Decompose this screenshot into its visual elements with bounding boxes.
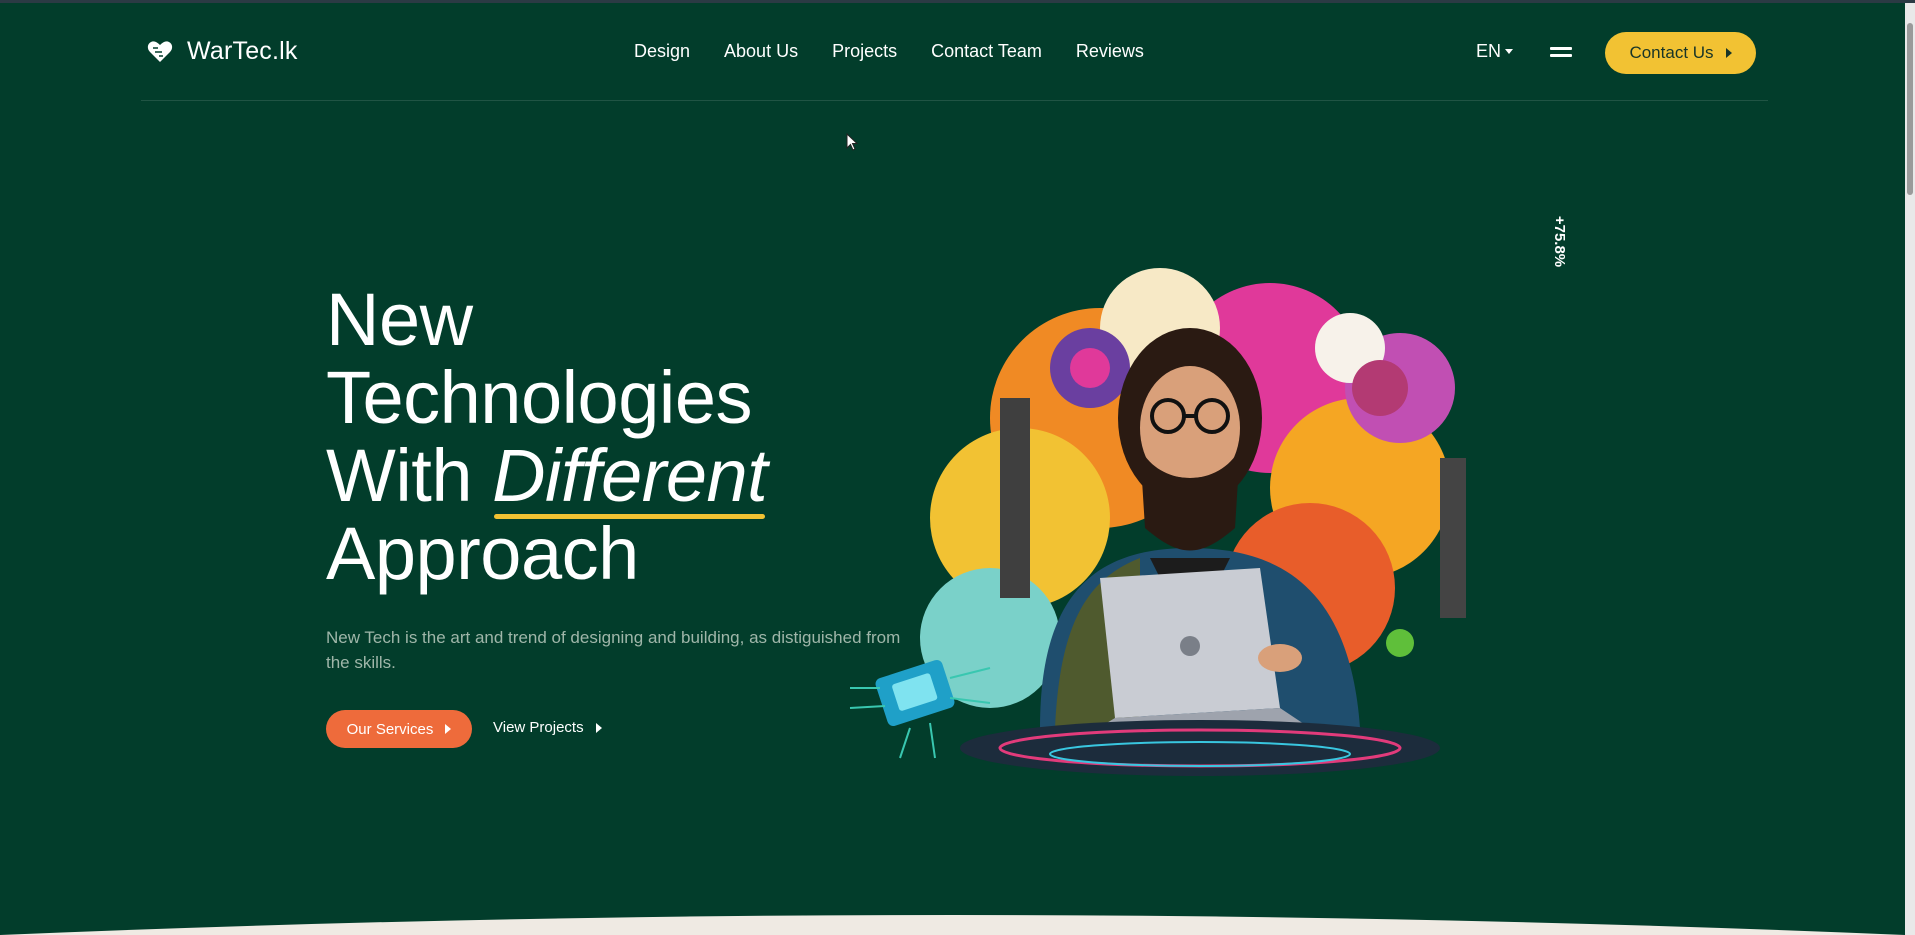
brand-logo[interactable]: WarTec.lk [147,37,298,66]
header-divider [141,100,1768,101]
nav-reviews[interactable]: Reviews [1076,41,1144,62]
scrollbar[interactable] [1905,3,1915,935]
nav-design[interactable]: Design [634,41,690,62]
page-viewport: WarTec.lk Design About Us Projects Conta… [0,3,1905,935]
hero-title-line4: Approach [326,512,639,595]
nav-projects[interactable]: Projects [832,41,897,62]
mouse-cursor-icon [846,133,859,151]
arrow-right-icon [445,724,452,734]
heart-logo-icon [147,40,173,62]
caret-down-icon [1505,48,1514,54]
view-projects-button[interactable]: View Projects [493,719,602,736]
main-nav: Design About Us Projects Contact Team Re… [634,41,1144,62]
nav-contact-team[interactable]: Contact Team [931,41,1042,62]
hero-description: New Tech is the art and trend of designi… [326,628,901,672]
hero-title-line1: New [326,278,473,361]
arrow-right-icon [595,722,602,733]
our-services-label: Our Services [346,720,434,738]
brand-name: WarTec.lk [187,37,298,65]
hero-title-with: With [326,434,473,517]
our-services-button[interactable]: Our Services [326,710,472,748]
hero-title-line2: Technologies [326,356,752,439]
nav-about-us[interactable]: About Us [724,41,798,62]
contact-us-button[interactable]: Contact Us [1605,32,1756,74]
scrollbar-thumb[interactable] [1907,23,1913,195]
section-curve [0,915,1905,935]
language-label: EN [1476,41,1502,61]
hero-title-line3: With Different [326,434,768,517]
contact-us-label: Contact Us [1629,43,1714,62]
arrow-right-icon [1725,48,1732,58]
hero-title: New Technologies With Different Approach [326,278,768,595]
view-projects-label: View Projects [493,719,584,736]
menu-icon[interactable] [1550,47,1572,61]
language-selector[interactable]: EN [1476,41,1514,62]
hero-illustration [849,268,1466,776]
hero-title-emphasis: Different [492,434,768,517]
